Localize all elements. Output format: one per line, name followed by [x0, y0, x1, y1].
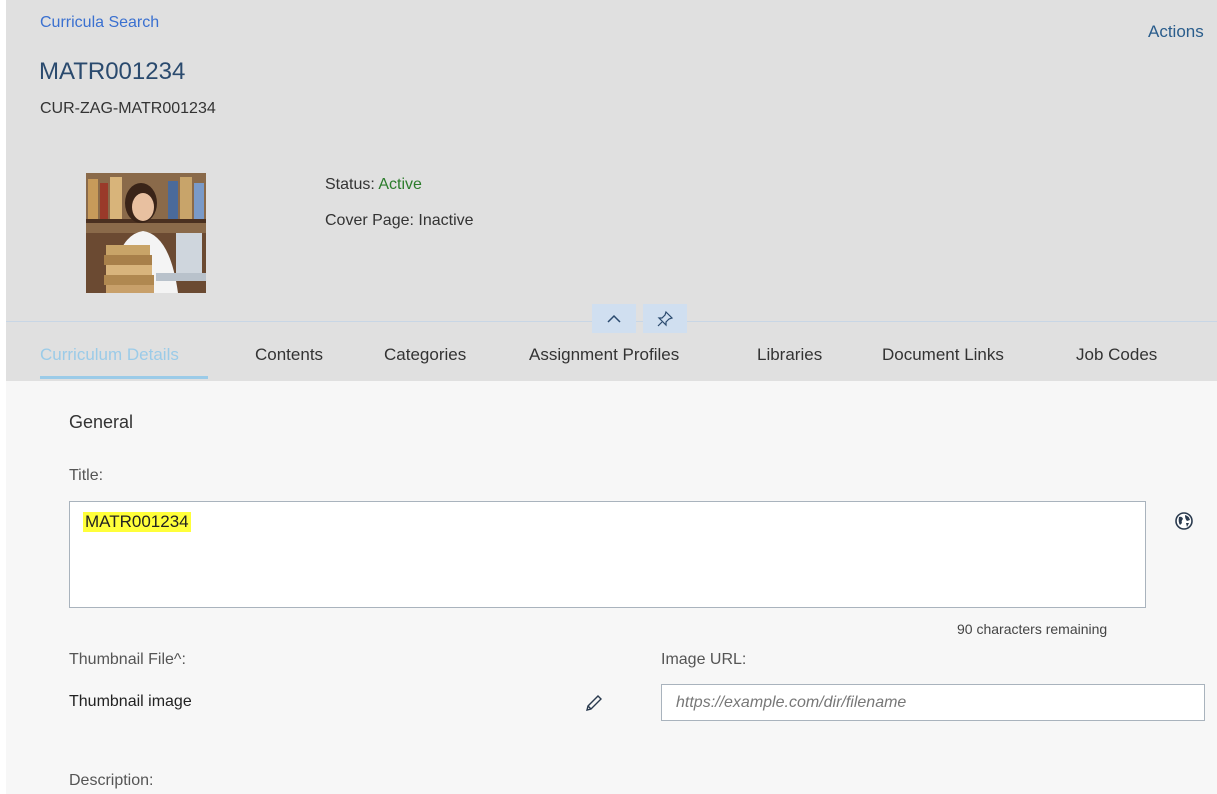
- curriculum-thumbnail-image: [86, 173, 206, 293]
- tab-categories[interactable]: Categories: [384, 345, 466, 365]
- tab-libraries[interactable]: Libraries: [757, 345, 822, 365]
- tab-contents[interactable]: Contents: [255, 345, 323, 365]
- tab-document-links[interactable]: Document Links: [882, 345, 1004, 365]
- page-subtitle: CUR-ZAG-MATR001234: [40, 100, 216, 117]
- page-title: MATR001234: [39, 58, 186, 85]
- pin-header-button[interactable]: [643, 304, 687, 333]
- globe-icon[interactable]: [1173, 510, 1195, 532]
- pencil-icon[interactable]: [583, 692, 605, 714]
- section-title: General: [69, 412, 134, 432]
- actions-button[interactable]: Actions: [1148, 22, 1204, 42]
- description-label: Description:: [69, 772, 154, 789]
- cover-page-label: Cover Page:: [325, 212, 414, 229]
- tab-curriculum-details[interactable]: Curriculum Details: [40, 345, 179, 365]
- title-label: Title:: [69, 467, 104, 484]
- title-value: MATR001234: [83, 512, 191, 532]
- tab-assignment-profiles[interactable]: Assignment Profiles: [529, 345, 679, 365]
- image-url-input[interactable]: [661, 684, 1205, 721]
- image-url-label: Image URL:: [661, 651, 747, 668]
- selected-tab-indicator: [40, 376, 208, 379]
- status-field: Status: Active: [325, 176, 422, 194]
- tab-job-codes[interactable]: Job Codes: [1076, 345, 1157, 365]
- chevron-up-icon: [607, 314, 621, 323]
- thumbnail-file-label: Thumbnail File^:: [69, 651, 186, 668]
- status-label: Status:: [325, 176, 375, 193]
- thumbnail-file-value: Thumbnail image: [69, 693, 192, 710]
- collapse-header-button[interactable]: [592, 304, 636, 333]
- cover-page-value: Inactive: [418, 212, 474, 229]
- cover-page-field: Cover Page: Inactive: [325, 212, 474, 230]
- characters-remaining: 90 characters remaining: [957, 621, 1108, 637]
- breadcrumb-link[interactable]: Curricula Search: [40, 14, 159, 32]
- title-textarea[interactable]: MATR001234: [69, 501, 1146, 608]
- status-value: Active: [378, 176, 422, 193]
- pin-icon: [657, 310, 674, 326]
